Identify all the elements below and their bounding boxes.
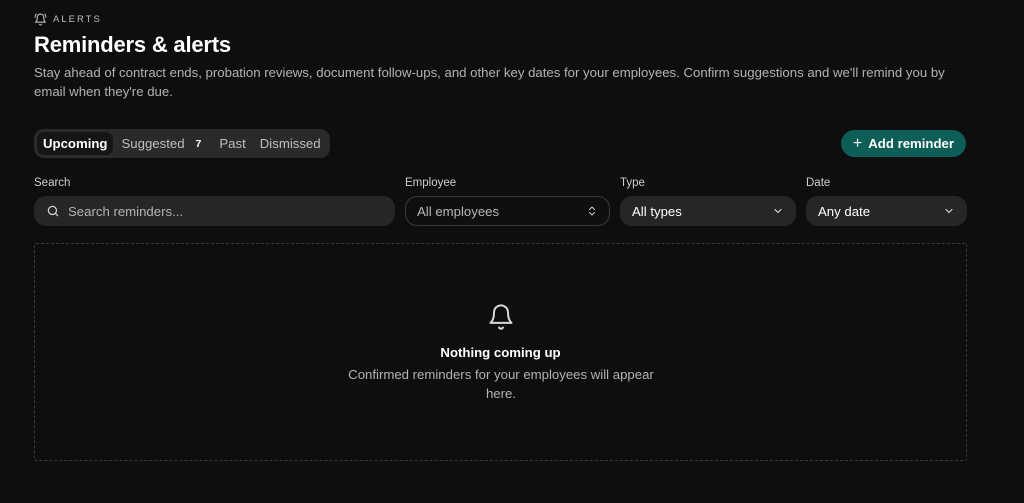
reminder-tabs: Upcoming Suggested 7 Past Dismissed bbox=[34, 129, 330, 158]
type-select-value: All types bbox=[632, 203, 682, 219]
tab-dismissed[interactable]: Dismissed bbox=[254, 132, 327, 155]
empty-state-text: Confirmed reminders for your employees w… bbox=[348, 367, 654, 401]
tab-label: Past bbox=[219, 136, 246, 151]
type-select[interactable]: All types bbox=[620, 196, 796, 226]
search-field bbox=[34, 196, 395, 226]
search-label: Search bbox=[34, 177, 71, 189]
reminders-page: ALERTS Reminders & alerts Stay ahead of … bbox=[0, 0, 1024, 503]
chevron-down-icon bbox=[945, 208, 953, 214]
page-title: Reminders & alerts bbox=[34, 32, 231, 57]
tab-label: Upcoming bbox=[43, 136, 108, 151]
employee-select-value: All employees bbox=[417, 203, 500, 219]
add-reminder-button[interactable]: + Add reminder bbox=[840, 130, 966, 157]
bell-icon bbox=[34, 13, 47, 26]
tab-label: Suggested bbox=[121, 136, 185, 151]
date-select-value: Any date bbox=[818, 203, 871, 219]
employee-select[interactable]: All employees bbox=[405, 196, 610, 226]
date-select[interactable]: Any date bbox=[806, 196, 967, 226]
tab-label: Dismissed bbox=[259, 136, 321, 151]
tab-upcoming[interactable]: Upcoming bbox=[37, 132, 114, 155]
suggested-count-badge: 7 bbox=[195, 137, 202, 150]
type-label: Type bbox=[620, 177, 645, 189]
plus-icon: + bbox=[852, 134, 863, 152]
search-input[interactable] bbox=[68, 203, 368, 219]
empty-state: Nothing coming up Confirmed reminders fo… bbox=[34, 243, 967, 461]
page-description: Stay ahead of contract ends, probation r… bbox=[34, 65, 945, 99]
bell-icon bbox=[489, 304, 513, 330]
date-label: Date bbox=[806, 177, 831, 189]
tab-suggested[interactable]: Suggested 7 bbox=[115, 132, 211, 155]
eyebrow-label: ALERTS bbox=[53, 14, 102, 25]
tab-past[interactable]: Past bbox=[213, 132, 251, 155]
add-reminder-label: Add reminder bbox=[868, 136, 954, 151]
search-icon bbox=[47, 205, 59, 217]
empty-state-title: Nothing coming up bbox=[440, 345, 561, 360]
employee-label: Employee bbox=[405, 177, 457, 189]
chevron-down-icon bbox=[774, 208, 782, 214]
chevron-up-down-icon bbox=[589, 206, 595, 216]
section-eyebrow: ALERTS bbox=[34, 13, 102, 26]
